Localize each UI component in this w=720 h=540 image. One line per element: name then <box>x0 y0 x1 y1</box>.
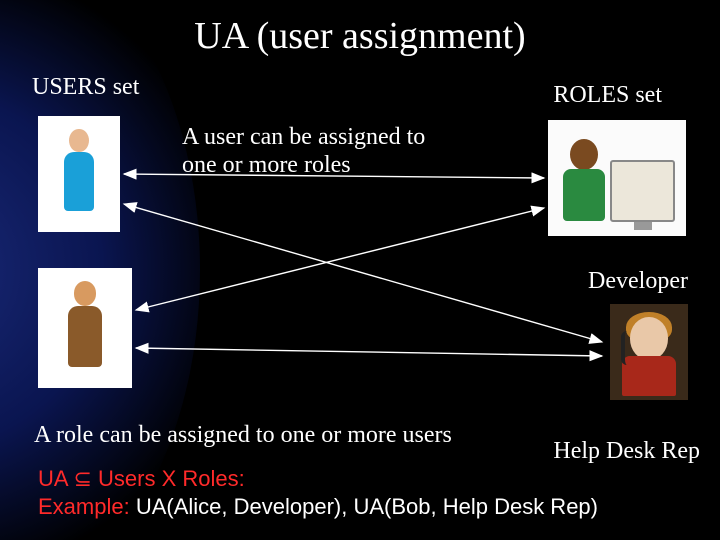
role-help-desk-rep-icon <box>610 304 688 400</box>
users-set-label: USERS set <box>32 74 139 101</box>
ua-subset-formula: UA ⊆ Users X Roles: <box>38 466 245 492</box>
ua-example-line: Example: UA(Alice, Developer), UA(Bob, H… <box>38 494 598 520</box>
example-body: UA(Alice, Developer), UA(Bob, Help Desk … <box>130 494 598 519</box>
role-to-users-caption: A role can be assigned to one or more us… <box>34 422 452 449</box>
user-alice-icon <box>38 116 120 232</box>
user-to-roles-caption: A user can be assigned to one or more ro… <box>182 124 442 179</box>
help-desk-rep-label: Help Desk Rep <box>553 438 700 465</box>
example-prefix: Example: <box>38 494 130 519</box>
user-bob-icon <box>38 268 132 388</box>
caption-line: one or more roles <box>182 152 351 178</box>
page-title: UA (user assignment) <box>0 14 720 58</box>
developer-label: Developer <box>588 268 688 295</box>
role-developer-icon <box>548 120 686 236</box>
caption-line: A user can be assigned to <box>182 124 425 150</box>
roles-set-label: ROLES set <box>553 82 662 109</box>
